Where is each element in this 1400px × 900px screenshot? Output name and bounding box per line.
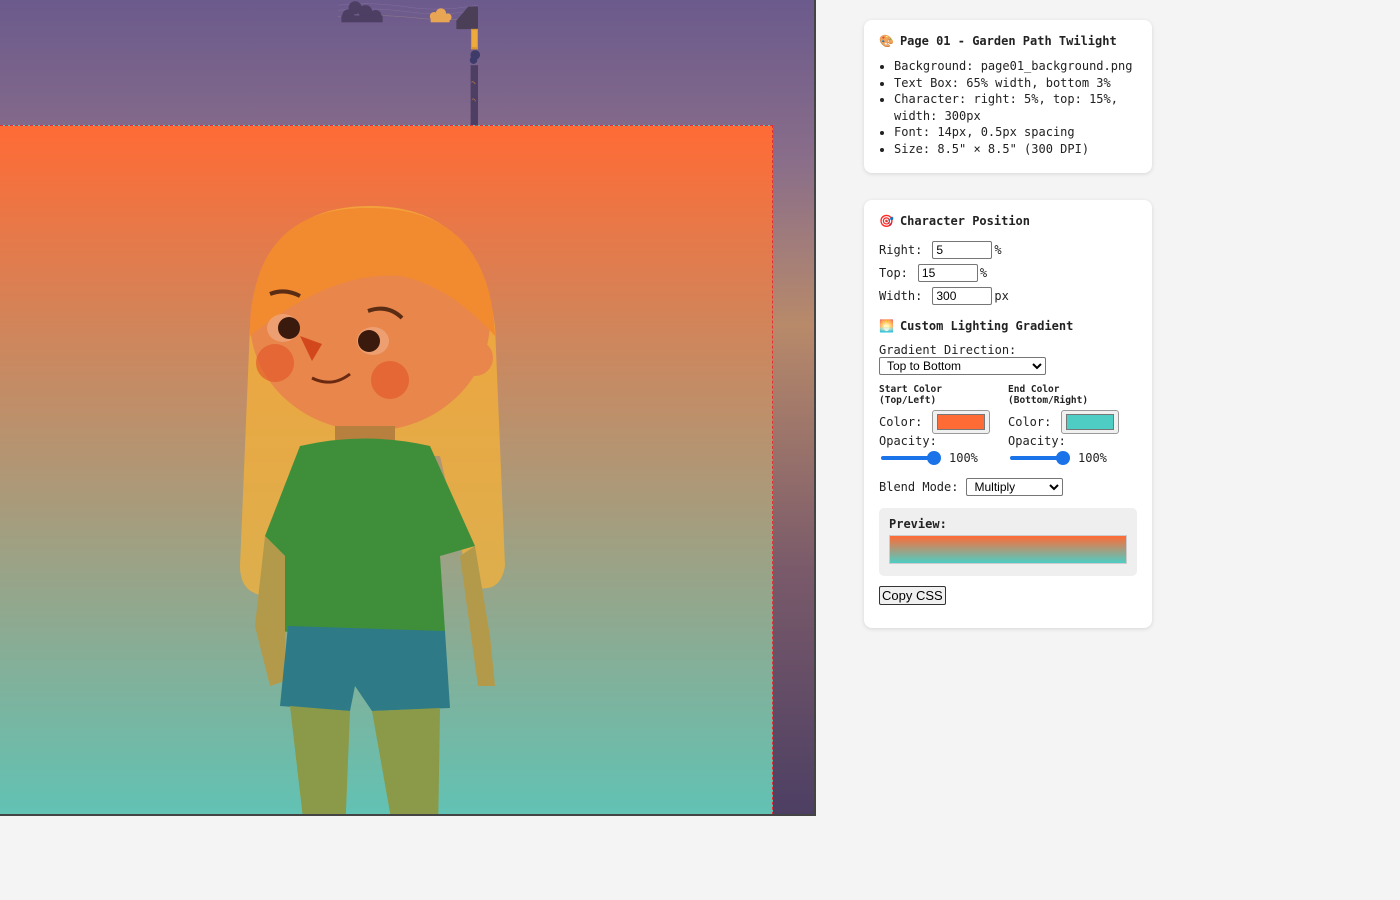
end-color-row: Color: [1008,410,1137,434]
top-field-row: Top: % [879,261,1137,284]
page-info-title-text: Page 01 - Garden Path Twilight [899,34,1117,48]
start-color-heading-line1: Start Color [879,384,942,395]
start-opacity-value: 100% [949,451,978,465]
start-color-heading: Start Color (Top/Left) [879,384,1008,406]
controls-panel: 🎯 Character Position Right: % Top: % Wid… [864,200,1152,628]
sunset-icon: 🌅 [879,319,894,333]
top-unit: % [979,265,988,280]
page-info-title: 🎨 Page 01 - Garden Path Twilight [879,34,1137,48]
info-character: Character: right: 5%, top: 15%, width: 3… [894,91,1137,124]
gradient-direction-label: Gradient Direction: [879,343,1017,357]
end-color-heading: End Color (Bottom/Right) [1008,384,1137,406]
info-background: Background: page01_background.png [894,58,1137,75]
width-input[interactable] [932,286,993,305]
end-color-swatch [1066,414,1115,430]
gradient-preview-bar [889,535,1127,564]
character-illustration [240,206,505,814]
end-color-picker[interactable] [1061,410,1120,434]
blend-mode-row: Blend Mode: Multiply [879,478,1137,496]
start-opacity-label: Opacity: [879,434,937,448]
right-unit: % [994,242,1002,257]
right-label: Right: [879,242,923,257]
right-field-row: Right: % [879,238,1137,261]
page-info-list: Background: page01_background.png Text B… [879,58,1137,157]
page-info-panel: 🎨 Page 01 - Garden Path Twilight Backgro… [864,20,1152,173]
end-color-column: End Color (Bottom/Right) Color: Opacity:… [1008,384,1137,466]
end-opacity-label: Opacity: [1008,434,1066,448]
background-illustration [337,1,481,140]
end-color-label: Color: [1008,415,1052,429]
start-color-heading-line2: (Top/Left) [879,394,937,406]
preview-label: Preview: [889,517,947,531]
gradient-preview-box: Preview: [879,508,1137,576]
end-opacity-row: 100% [1008,450,1137,466]
width-label: Width: [879,288,923,303]
start-color-column: Start Color (Top/Left) Color: Opacity: 1… [879,384,1008,466]
end-color-heading-line1: End Color [1008,384,1060,395]
start-opacity-slider[interactable] [879,450,941,466]
blend-mode-label: Blend Mode: [879,480,959,494]
end-opacity-slider[interactable] [1008,450,1070,466]
character-position-title: 🎯 Character Position [879,214,1137,228]
character-position-title-text: Character Position [899,214,1030,228]
page-canvas [0,0,816,816]
width-field-row: Width: px [879,284,1137,307]
start-color-label: Color: [879,415,923,429]
right-input[interactable] [932,240,993,259]
start-color-swatch [937,414,986,430]
info-size: Size: 8.5" × 8.5" (300 DPI) [894,141,1137,158]
character-gradient-overlay[interactable] [0,125,773,814]
start-color-picker[interactable] [932,410,991,434]
info-font: Font: 14px, 0.5px spacing [894,124,1137,141]
start-opacity-row: 100% [879,450,1008,466]
gradient-title-text: Custom Lighting Gradient [899,319,1074,333]
blend-mode-select[interactable]: Multiply [966,478,1064,496]
top-label: Top: [879,265,908,280]
end-opacity-value: 100% [1078,451,1107,465]
copy-css-button[interactable]: Copy CSS [879,586,946,605]
top-input[interactable] [917,263,978,282]
end-color-heading-line2: (Bottom/Right) [1008,394,1089,406]
start-color-row: Color: [879,410,1008,434]
start-opacity-thumb[interactable] [927,451,941,465]
end-opacity-thumb[interactable] [1056,451,1070,465]
gradient-direction-select[interactable]: Top to Bottom [879,357,1046,375]
palette-icon: 🎨 [879,34,894,48]
color-columns: Start Color (Top/Left) Color: Opacity: 1… [879,384,1137,466]
gradient-title: 🌅 Custom Lighting Gradient [879,319,1137,333]
info-text-box: Text Box: 65% width, bottom 3% [894,75,1137,92]
target-icon: 🎯 [879,214,894,228]
width-unit: px [994,288,1009,303]
